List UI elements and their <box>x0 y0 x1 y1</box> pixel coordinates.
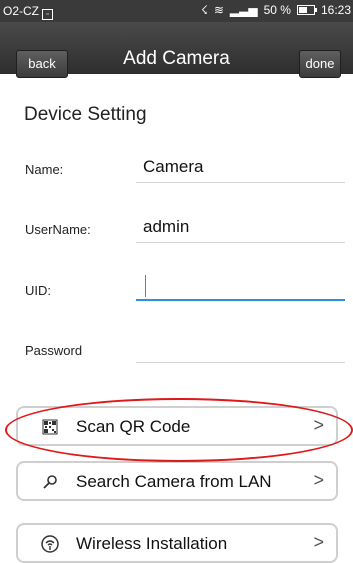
sim-icon: ▫ <box>42 9 53 20</box>
name-field-underline <box>136 182 345 183</box>
uid-label: UID: <box>25 283 51 298</box>
search-camera-lan-label: Search Camera from LAN <box>76 472 272 491</box>
clock: 16:23 <box>320 3 351 17</box>
status-bar: O2-CZ ▫ ☇ ≋ ▂▃▅ 50 % 16:23 <box>0 0 353 22</box>
search-icon <box>40 472 60 492</box>
wireless-installation-label: Wireless Installation <box>76 534 228 553</box>
carrier-name: O2-CZ ▫ <box>3 4 53 20</box>
uid-field-underline <box>136 299 345 301</box>
section-title: Device Setting <box>24 104 147 125</box>
status-icons: ☇ ≋ ▂▃▅ 50 % 16:23 <box>201 3 351 17</box>
alarm-icon: ☇ <box>200 3 208 17</box>
battery-percent: 50 % <box>263 3 291 17</box>
qr-code-icon <box>40 417 60 437</box>
chevron-right-icon: > <box>313 470 324 490</box>
password-field-underline <box>136 362 345 363</box>
wireless-icon <box>40 534 60 554</box>
name-field[interactable]: Camera <box>143 157 203 177</box>
wireless-installation-button[interactable]: Wireless Installation > <box>16 523 338 563</box>
name-label: Name: <box>25 162 64 177</box>
chevron-right-icon: > <box>313 532 324 552</box>
battery-icon <box>296 5 317 15</box>
search-camera-lan-button[interactable]: Search Camera from LAN > <box>16 461 338 501</box>
scan-qr-code-button[interactable]: Scan QR Code > <box>16 406 338 446</box>
scan-qr-code-label: Scan QR Code <box>76 417 191 436</box>
done-button[interactable]: done <box>299 50 341 78</box>
chevron-right-icon: > <box>313 415 324 435</box>
wifi-icon: ≋ <box>213 3 224 17</box>
nav-bar: back Add Camera done <box>0 22 353 78</box>
password-label: Password <box>25 343 83 358</box>
username-field[interactable]: admin <box>143 217 189 237</box>
username-label: UserName: <box>25 222 91 237</box>
signal-icon: ▂▃▅ <box>229 3 258 17</box>
username-field-underline <box>136 242 345 243</box>
text-cursor <box>145 275 146 297</box>
